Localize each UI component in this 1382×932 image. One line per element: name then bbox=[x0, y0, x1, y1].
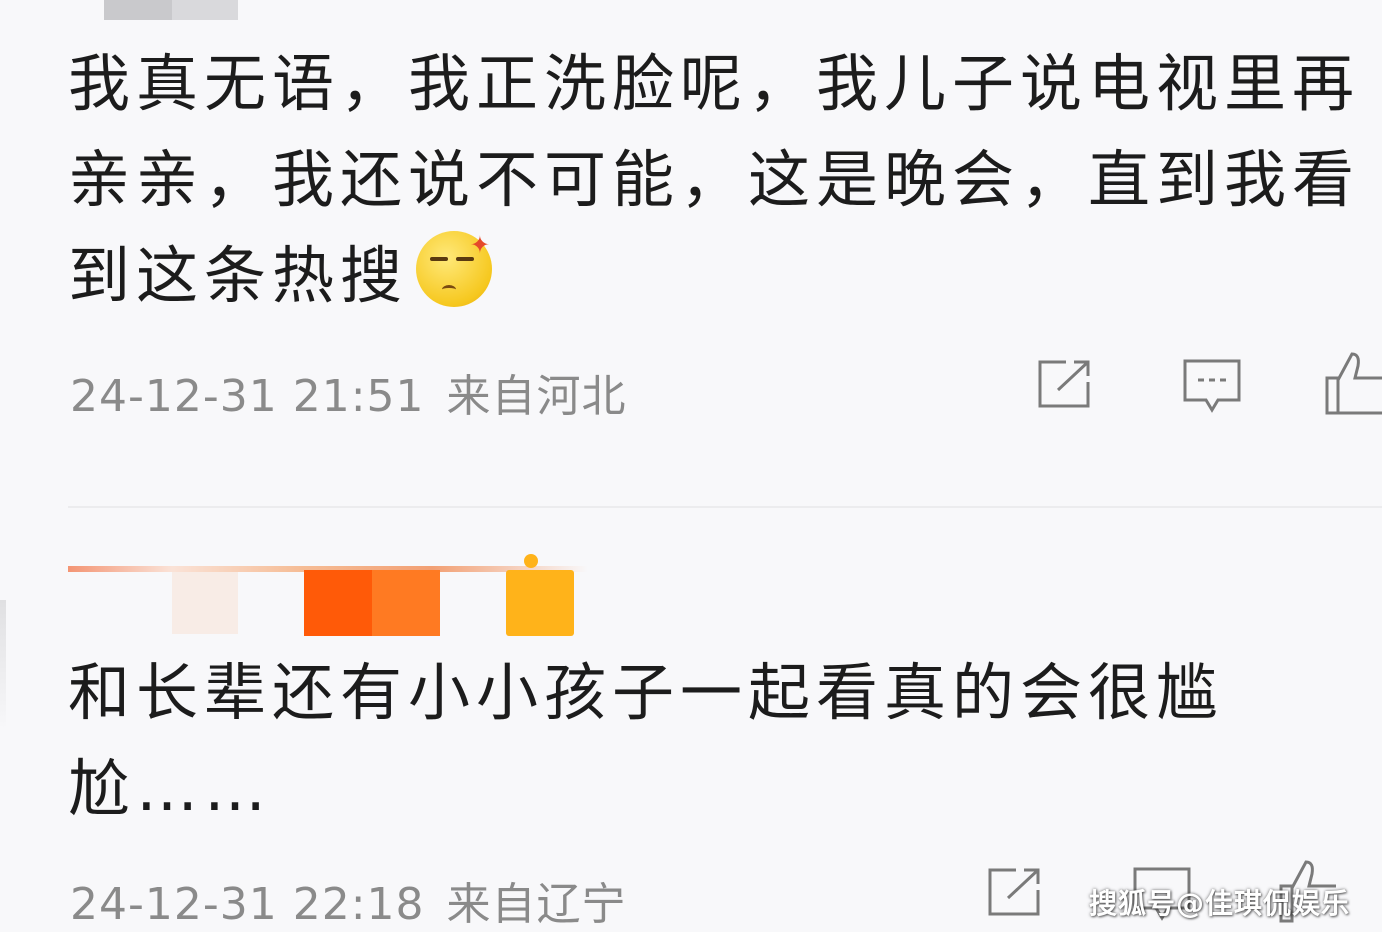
share-button-2[interactable] bbox=[986, 866, 1044, 918]
comment-icon bbox=[1183, 359, 1241, 413]
comment-1-location: 来自河北 bbox=[446, 371, 627, 422]
left-edge-shade bbox=[0, 600, 6, 730]
comment-1-body: 我真无语，我正洗脸呢，我儿子说电视里再亲亲，我还说不可能，这是晚会，直到我看到这… bbox=[68, 47, 1361, 312]
username-placeholder-blur bbox=[104, 0, 238, 20]
comment-2-text: 和长辈还有小小孩子一起看真的会很尴尬…… bbox=[68, 645, 1298, 837]
comment-2-meta: 24-12-31 22:18 来自辽宁 bbox=[70, 868, 627, 932]
share-icon bbox=[1038, 360, 1090, 408]
share-icon bbox=[988, 868, 1040, 916]
share-button[interactable] bbox=[1036, 358, 1094, 410]
like-icon bbox=[1325, 352, 1382, 415]
sohu-watermark: 搜狐号@佳琪侃娱乐 bbox=[1088, 887, 1350, 920]
like-button[interactable] bbox=[1324, 350, 1382, 416]
comment-1-text: 我真无语，我正洗脸呢，我儿子说电视里再亲亲，我还说不可能，这是晚会，直到我看到这… bbox=[68, 36, 1368, 324]
smirk-annoyed-emoji-icon: ✦ bbox=[416, 231, 493, 307]
comment-1-time: 21:51 bbox=[292, 371, 425, 422]
comment-divider bbox=[68, 506, 1382, 508]
comment-2-location: 来自辽宁 bbox=[446, 879, 627, 930]
comment-button[interactable] bbox=[1182, 358, 1242, 416]
comment-2-body: 和长辈还有小小孩子一起看真的会很尴尬…… bbox=[68, 656, 1225, 825]
comment-2-date: 24-12-31 bbox=[70, 879, 278, 930]
comment-1-date: 24-12-31 bbox=[70, 371, 278, 422]
comment-2-user-badges-blur bbox=[68, 554, 588, 640]
comment-2-time: 22:18 bbox=[292, 879, 425, 930]
comment-1-meta: 24-12-31 21:51 来自河北 bbox=[70, 360, 627, 424]
